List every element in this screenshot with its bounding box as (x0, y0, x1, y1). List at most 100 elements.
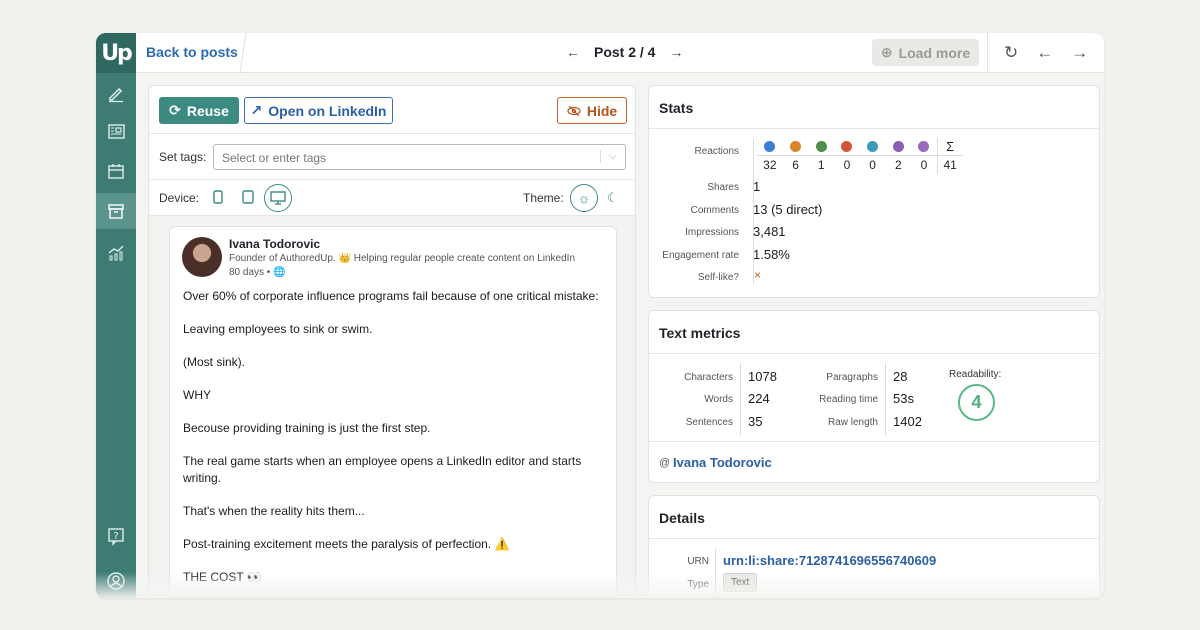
reading-time-value: 53s (893, 391, 914, 406)
raw-length-value: 1402 (893, 414, 922, 429)
reaction-count-funny: 2 (894, 158, 902, 172)
post-actions: ⟳ Reuse ↗ Open on LinkedIn Hide (149, 86, 635, 134)
post-body: Over 60% of corporate influence programs… (183, 288, 603, 598)
post-paragraph: (Most sink). (183, 355, 246, 369)
external-link-icon: ↗ (250, 102, 263, 118)
news-icon (108, 124, 125, 139)
load-more-button[interactable]: ⊕ Load more (872, 39, 979, 66)
reuse-icon: ⟳ (169, 102, 181, 118)
reaction-count-insightful: 0 (869, 158, 876, 172)
urn-link[interactable]: urn:li:share:7128741696556740609 (723, 553, 936, 568)
refresh-icon[interactable]: ↻ (1004, 43, 1018, 63)
reuse-button[interactable]: ⟳ Reuse (159, 97, 239, 124)
reactions-grid: Σ 32 6 1 0 0 2 0 41 (757, 138, 963, 174)
open-on-linkedin-button[interactable]: ↗ Open on LinkedIn (244, 97, 393, 124)
reactions-label: Reactions (694, 146, 739, 157)
reaction-count-like: 32 (763, 158, 777, 172)
hide-label: Hide (586, 102, 618, 119)
sidebar-item-feed[interactable] (96, 113, 136, 149)
post-paragraph: Leaving employees to sink or swim. (183, 322, 373, 336)
app-window: Up ? Back to posts ← Post 2 / 4 → ⊕ Load… (96, 33, 1104, 598)
light-theme-toggle[interactable]: ☼ (570, 184, 598, 212)
self-like-label: Self-like? (697, 272, 739, 283)
preview-fade (149, 576, 635, 598)
tags-input[interactable]: Select or enter tags ⌵ (213, 144, 626, 170)
reaction-count-celebrate: 6 (792, 158, 799, 172)
text-metrics-panel: Text metrics Characters 1078 Words 224 S… (648, 310, 1100, 483)
metrics-divider-2 (885, 363, 886, 435)
sidebar: Up ? (96, 33, 136, 598)
app-logo[interactable]: Up (96, 33, 136, 73)
load-more-label: Load more (898, 44, 971, 61)
reaction-count-love: 0 (843, 158, 851, 172)
pencil-icon (109, 87, 123, 103)
topbar: Back to posts ← Post 2 / 4 → ⊕ Load more… (136, 33, 1104, 73)
post-paragraph: Becouse providing training is just the f… (183, 421, 431, 435)
plus-circle-icon: ⊕ (880, 44, 893, 60)
tags-placeholder: Select or enter tags (222, 151, 327, 165)
post-paragraph: Post-training excitement meets the paral… (183, 536, 510, 551)
mobile-device-icon[interactable] (213, 190, 223, 204)
analytics-icon (108, 245, 124, 261)
love-icon (834, 138, 860, 156)
tags-row: Set tags: Select or enter tags ⌵ (149, 134, 635, 180)
tags-label: Set tags: (159, 150, 207, 164)
sun-icon: ☼ (577, 190, 591, 206)
chevron-down-icon[interactable]: ⌵ (599, 150, 617, 163)
tablet-device-icon[interactable] (242, 190, 254, 204)
post-age-text: 80 days • (229, 267, 271, 278)
stats-panel: Stats Reactions Σ 32 6 1 0 0 2 0 41 Shar… (648, 85, 1100, 298)
author-headline: Founder of AuthoredUp. 👑 Helping regular… (229, 253, 576, 264)
insightful-icon (859, 138, 886, 156)
celebrate-icon (782, 138, 809, 156)
sidebar-item-posts[interactable] (96, 193, 136, 229)
desktop-device-icon (270, 191, 286, 205)
raw-length-label: Raw length (827, 417, 878, 428)
linkedin-post-card: Ivana Todorovic Founder of AuthoredUp. 👑… (169, 226, 617, 598)
support-icon (808, 138, 835, 156)
forward-arrow-icon[interactable]: → (1071, 43, 1088, 63)
comments-value: 13 (5 direct) (753, 202, 823, 217)
archive-icon (108, 204, 124, 219)
calendar-icon (108, 164, 124, 179)
curious-icon (911, 138, 937, 156)
desktop-device-toggle[interactable] (264, 184, 292, 212)
engagement-rate-value: 1.58% (753, 247, 790, 262)
next-post-arrow-icon[interactable]: → (669, 44, 683, 60)
paragraphs-value: 28 (893, 369, 908, 384)
mention-row: @ Ivana Todorovic (649, 441, 1099, 482)
post-paragraph: WHY (183, 388, 211, 402)
reaction-count-curious: 0 (920, 158, 928, 172)
sidebar-item-account[interactable] (96, 563, 136, 598)
user-icon (107, 572, 125, 590)
sidebar-item-compose[interactable] (96, 75, 136, 111)
breadcrumb-divider (239, 33, 247, 73)
reaction-count-support: 1 (817, 158, 825, 172)
engagement-rate-label: Engagement rate (662, 250, 739, 261)
sentences-label: Sentences (685, 417, 733, 428)
help-icon: ? (108, 528, 124, 546)
shares-value: 1 (753, 179, 761, 194)
moon-icon[interactable]: ☾ (607, 190, 619, 206)
back-to-posts-link[interactable]: Back to posts (146, 44, 238, 60)
like-icon (757, 138, 783, 156)
impressions-value: 3,481 (753, 224, 786, 239)
comments-label: Comments (690, 205, 739, 216)
globe-icon: 🌐 (273, 267, 286, 278)
prev-post-arrow-icon[interactable]: ← (566, 44, 580, 60)
mention-link[interactable]: Ivana Todorovic (673, 455, 772, 470)
device-label: Device: (159, 191, 200, 205)
impressions-label: Impressions (685, 227, 739, 238)
sidebar-item-calendar[interactable] (96, 153, 136, 189)
urn-label: URN (687, 556, 709, 567)
sidebar-item-help[interactable]: ? (96, 518, 136, 554)
post-preview-area: Ivana Todorovic Founder of AuthoredUp. 👑… (149, 216, 635, 598)
type-label: Type (687, 579, 709, 590)
details-panel: Details URN urn:li:share:712874169655674… (648, 495, 1100, 598)
back-arrow-icon[interactable]: ← (1036, 43, 1053, 63)
text-metrics-title: Text metrics (649, 311, 1099, 354)
hide-button[interactable]: Hide (557, 97, 627, 124)
sidebar-item-analytics[interactable] (96, 234, 136, 270)
funny-icon (885, 138, 912, 156)
readability-score: 4 (958, 384, 995, 421)
